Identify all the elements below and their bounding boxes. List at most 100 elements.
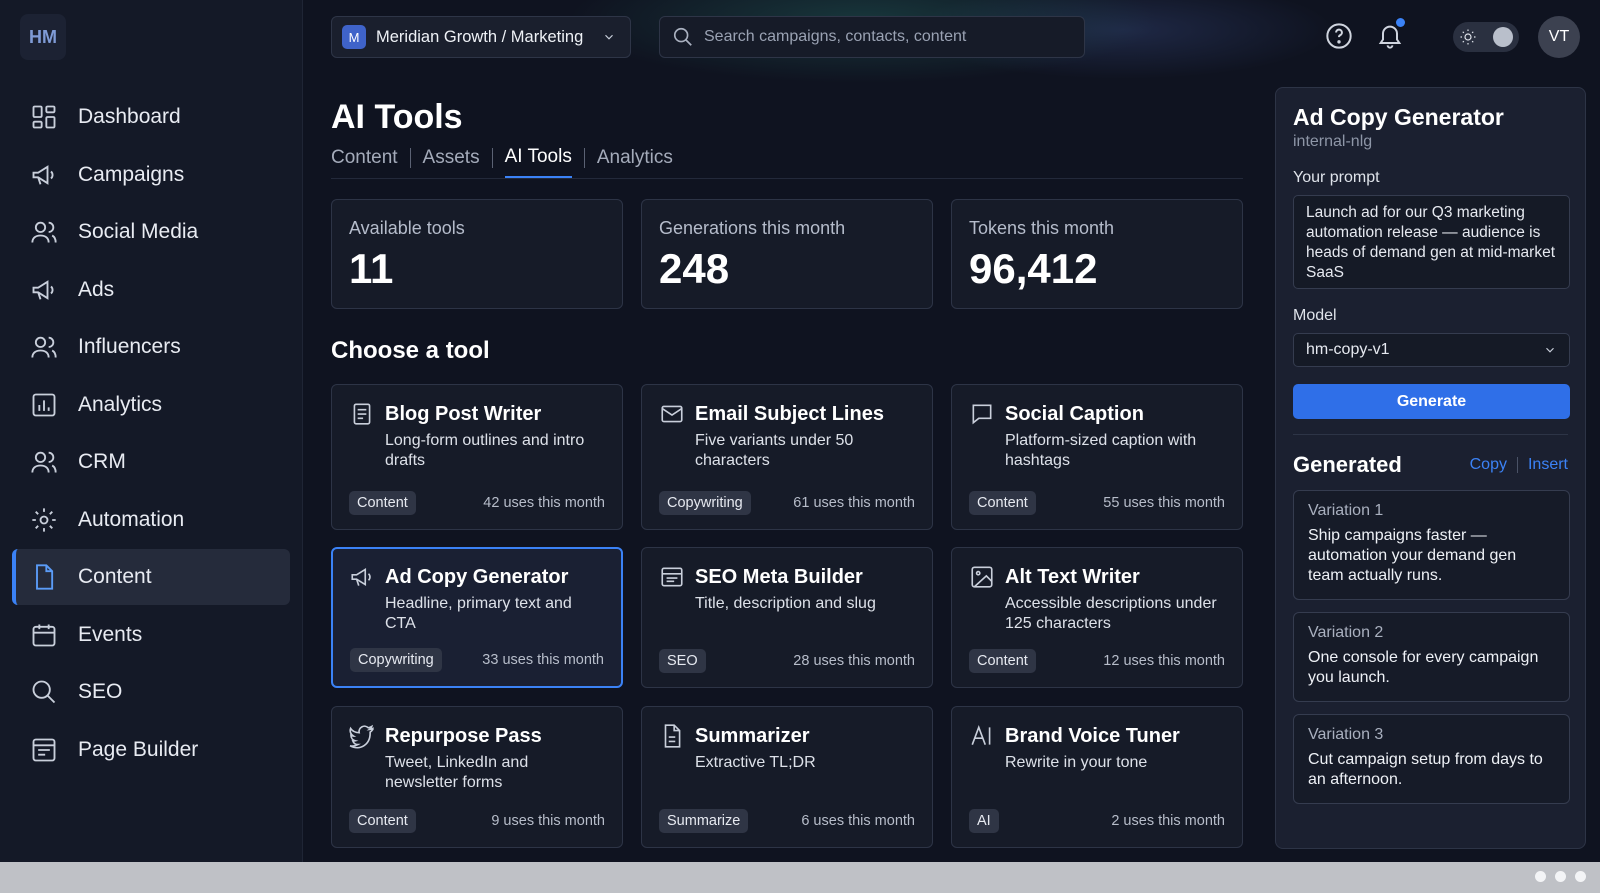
- tool-title: Alt Text Writer: [1005, 566, 1140, 588]
- gear-icon: [32, 507, 56, 532]
- sidebar-item-label: Dashboard: [78, 105, 181, 128]
- variation-card[interactable]: Variation 2 One console for every campai…: [1293, 612, 1570, 702]
- bottom-bar: [0, 862, 1600, 893]
- variation-name: Variation 3: [1308, 726, 1384, 743]
- megaphone-icon: [32, 279, 54, 300]
- tool-header: Repurpose Pass Tweet, LinkedIn and newsl…: [349, 723, 605, 793]
- tool-footer: SEO 28 uses this month: [659, 649, 915, 673]
- generate-button[interactable]: Generate: [1293, 384, 1570, 419]
- sidebar-item-social-media[interactable]: Social Media: [12, 204, 290, 260]
- prompt-textarea[interactable]: Launch ad for our Q3 marketing automatio…: [1293, 195, 1570, 289]
- tab-assets[interactable]: Assets: [423, 147, 480, 177]
- image-icon: [971, 566, 993, 588]
- page-title: AI Tools: [331, 98, 463, 136]
- tool-card-brand-voice-tuner[interactable]: Brand Voice Tuner Rewrite in your tone A…: [951, 706, 1243, 848]
- tool-card-blog-post-writer[interactable]: Blog Post Writer Long-form outlines and …: [331, 384, 623, 530]
- tool-tag: Content: [969, 649, 1036, 673]
- tool-card-social-caption[interactable]: Social Caption Platform-sized caption wi…: [951, 384, 1243, 530]
- sidebar-item-seo[interactable]: SEO: [12, 664, 290, 720]
- notifications-button[interactable]: [1376, 18, 1405, 50]
- tool-description: Headline, primary text and CTA: [385, 595, 572, 632]
- tab-content[interactable]: Content: [331, 147, 398, 177]
- sidebar-item-automation[interactable]: Automation: [12, 492, 290, 548]
- tool-footer: Content 42 uses this month: [349, 491, 605, 515]
- browser-window-icon: [661, 567, 683, 587]
- calendar-icon: [32, 624, 56, 646]
- tool-header: Brand Voice Tuner Rewrite in your tone: [969, 723, 1225, 773]
- tool-usage: 28 uses this month: [793, 653, 915, 669]
- tool-title: Blog Post Writer: [385, 403, 542, 425]
- stat-value: 11: [349, 245, 394, 292]
- sidebar-item-content[interactable]: Content: [12, 549, 290, 605]
- help-button[interactable]: [1325, 22, 1353, 50]
- tab-analytics[interactable]: Analytics: [597, 147, 673, 177]
- tool-card-alt-text-writer[interactable]: Alt Text Writer Accessible descriptions …: [951, 547, 1243, 688]
- tool-header: Blog Post Writer Long-form outlines and …: [349, 401, 605, 471]
- variation-name: Variation 2: [1308, 624, 1384, 641]
- help-icon: [1326, 23, 1352, 49]
- chat-bubble-icon: [972, 404, 992, 425]
- dot-icon: [1555, 871, 1566, 882]
- tool-title: Email Subject Lines: [695, 403, 884, 425]
- sidebar-item-ads[interactable]: Ads: [12, 262, 290, 318]
- sidebar-item-analytics[interactable]: Analytics: [12, 377, 290, 433]
- tab-bar: Content Assets AI Tools Analytics: [331, 146, 673, 178]
- sidebar-item-label: SEO: [78, 680, 123, 703]
- tool-description: Long-form outlines and intro drafts: [385, 432, 585, 469]
- tab-ai-tools[interactable]: AI Tools: [504, 146, 572, 178]
- theme-toggle[interactable]: [1453, 22, 1519, 52]
- mail-icon: [661, 405, 683, 423]
- avatar[interactable]: VT: [1538, 16, 1580, 58]
- stat-card-available-tools: Available tools 11: [331, 199, 623, 309]
- variation-text: Ship campaigns faster — automation your …: [1308, 527, 1517, 584]
- sidebar-item-influencers[interactable]: Influencers: [12, 319, 290, 375]
- tool-tag: SEO: [659, 649, 706, 673]
- search-input[interactable]: [704, 28, 1064, 46]
- layout-icon: [32, 738, 56, 761]
- tool-description: Title, description and slug: [695, 595, 876, 612]
- tool-description: Accessible descriptions under 125 charac…: [1005, 595, 1217, 632]
- copy-link[interactable]: Copy: [1470, 456, 1507, 474]
- variation-card[interactable]: Variation 1 Ship campaigns faster — auto…: [1293, 490, 1570, 600]
- tool-usage: 12 uses this month: [1103, 653, 1225, 669]
- sidebar-item-crm[interactable]: CRM: [12, 434, 290, 490]
- sidebar-item-campaigns[interactable]: Campaigns: [12, 147, 290, 203]
- variation-card[interactable]: Variation 3 Cut campaign setup from days…: [1293, 714, 1570, 804]
- tool-tag: AI: [969, 809, 999, 833]
- sun-icon: [1460, 29, 1476, 45]
- model-select[interactable]: hm-copy-v1: [1293, 333, 1570, 367]
- tool-header: Social Caption Platform-sized caption wi…: [969, 401, 1225, 471]
- tool-footer: Copywriting 33 uses this month: [350, 648, 604, 672]
- tool-footer: Copywriting 61 uses this month: [659, 491, 915, 515]
- ai-icon: [971, 725, 991, 745]
- tool-card-seo-meta-builder[interactable]: SEO Meta Builder Title, description and …: [641, 547, 933, 688]
- tool-card-summarizer[interactable]: Summarizer Extractive TL;DR Summarize 6 …: [641, 706, 933, 848]
- tool-description: Extractive TL;DR: [695, 754, 816, 771]
- tool-title: SEO Meta Builder: [695, 566, 863, 588]
- sidebar-item-page-builder[interactable]: Page Builder: [12, 722, 290, 778]
- sidebar-item-dashboard[interactable]: Dashboard: [12, 89, 290, 145]
- sidebar-item-label: Automation: [78, 507, 185, 531]
- tool-tag: Content: [349, 809, 416, 833]
- tool-card-email-subject-lines[interactable]: Email Subject Lines Five variants under …: [641, 384, 933, 530]
- file-text-icon: [664, 724, 681, 748]
- tool-usage: 9 uses this month: [491, 813, 605, 829]
- section-title: Choose a tool: [331, 337, 490, 364]
- workspace-switcher[interactable]: M Meridian Growth / Marketing: [331, 16, 631, 58]
- tab-separator: [583, 148, 585, 168]
- variation-text: Cut campaign setup from days to an after…: [1308, 751, 1543, 788]
- file-icon: [36, 564, 54, 590]
- tool-tag: Copywriting: [659, 491, 751, 515]
- app-logo[interactable]: HM: [20, 14, 66, 60]
- bird-icon: [349, 724, 374, 749]
- tool-card-ad-copy-generator[interactable]: Ad Copy Generator Headline, primary text…: [331, 547, 623, 688]
- tool-title: Brand Voice Tuner: [1005, 725, 1180, 747]
- tool-card-repurpose-pass[interactable]: Repurpose Pass Tweet, LinkedIn and newsl…: [331, 706, 623, 848]
- panel-title: Ad Copy Generator: [1293, 104, 1504, 130]
- sidebar-item-label: CRM: [78, 450, 126, 473]
- sidebar-item-events[interactable]: Events: [12, 607, 290, 663]
- search-icon: [673, 27, 692, 46]
- tool-footer: AI 2 uses this month: [969, 809, 1225, 833]
- tool-usage: 42 uses this month: [483, 495, 605, 511]
- insert-link[interactable]: Insert: [1528, 456, 1568, 474]
